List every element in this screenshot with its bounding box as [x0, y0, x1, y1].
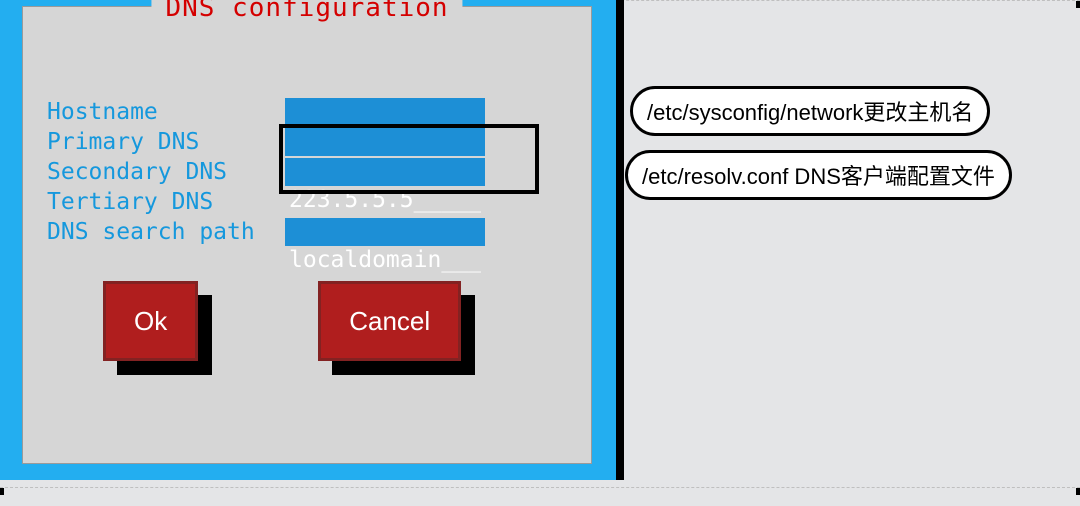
screenshot-canvas: DNS configuration Hostname oldboy32 Prim… [0, 0, 1080, 506]
dns-form: Hostname oldboy32 Primary DNS 8.8.8.8___… [47, 97, 567, 247]
row-secondary-dns: Secondary DNS 223.5.5.5_____ [47, 157, 567, 187]
dialog-buttons: Ok Cancel [103, 281, 461, 361]
annotation-network-file: /etc/sysconfig/network更改主机名 [630, 86, 990, 136]
input-hostname[interactable]: oldboy32 [285, 98, 485, 126]
input-secondary-dns[interactable]: 223.5.5.5_____ [285, 158, 485, 186]
input-search-path[interactable]: localdomain___ [285, 218, 485, 246]
row-search-path: DNS search path localdomain___ [47, 217, 567, 247]
label-search-path: DNS search path [47, 219, 285, 245]
annotation-resolv-file: /etc/resolv.conf DNS客户端配置文件 [625, 150, 1012, 200]
row-hostname: Hostname oldboy32 [47, 97, 567, 127]
terminal-window: DNS configuration Hostname oldboy32 Prim… [0, 0, 624, 480]
label-tertiary-dns: Tertiary DNS [47, 189, 285, 215]
label-hostname: Hostname [47, 99, 285, 125]
label-primary-dns: Primary DNS [47, 129, 285, 155]
label-secondary-dns: Secondary DNS [47, 159, 285, 185]
ok-button[interactable]: Ok [103, 281, 198, 361]
row-primary-dns: Primary DNS 8.8.8.8_______ [47, 127, 567, 157]
input-primary-dns[interactable]: 8.8.8.8_______ [285, 128, 485, 156]
cancel-button[interactable]: Cancel [318, 281, 461, 361]
guide-line-bottom [0, 487, 1080, 488]
dns-config-dialog: DNS configuration Hostname oldboy32 Prim… [22, 6, 592, 464]
dialog-title: DNS configuration [151, 0, 462, 23]
